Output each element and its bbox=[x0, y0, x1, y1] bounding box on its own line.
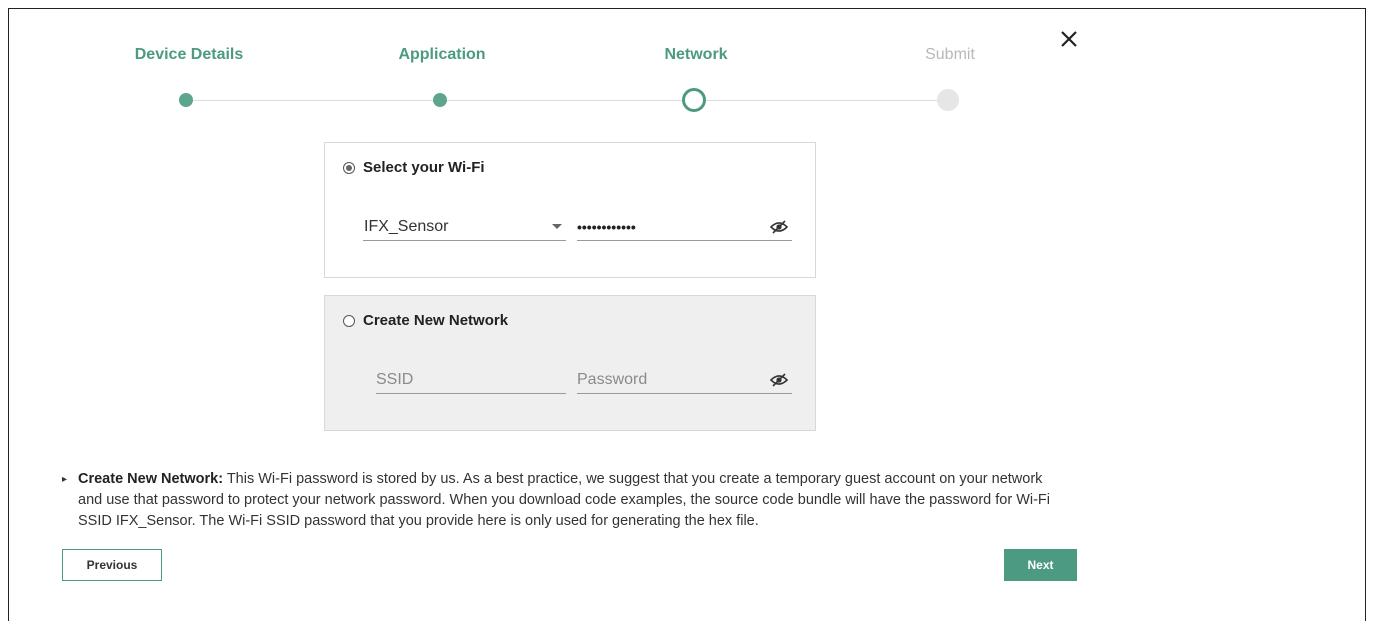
step-dot-device-details[interactable] bbox=[179, 93, 193, 107]
step-label-application[interactable]: Application bbox=[398, 46, 485, 64]
step-label-device-details[interactable]: Device Details bbox=[135, 46, 244, 64]
ssid-placeholder: SSID bbox=[376, 370, 414, 388]
note-title: Create New Network: bbox=[78, 471, 224, 487]
close-icon[interactable] bbox=[1058, 28, 1080, 50]
wifi-password-field[interactable]: •••••••••••• bbox=[577, 213, 792, 241]
step-dot-submit bbox=[937, 89, 959, 111]
create-network-panel: Create New Network SSID Password bbox=[324, 295, 816, 431]
password-placeholder: Password bbox=[577, 370, 648, 388]
create-network-label: Create New Network bbox=[363, 312, 509, 329]
previous-button[interactable]: Previous bbox=[62, 549, 162, 581]
network-password-field[interactable]: Password bbox=[577, 366, 792, 394]
select-wifi-option[interactable]: Select your Wi-Fi bbox=[343, 159, 485, 176]
stepper-track bbox=[186, 100, 948, 101]
create-network-option[interactable]: Create New Network bbox=[343, 312, 508, 329]
step-dot-network bbox=[682, 88, 706, 112]
create-network-radio[interactable] bbox=[343, 314, 355, 327]
wifi-password-value: •••••••••••• bbox=[577, 218, 636, 235]
eye-off-icon[interactable] bbox=[770, 372, 788, 387]
bullet-icon: ▸ bbox=[62, 474, 68, 485]
wifi-ssid-value: IFX_Sensor bbox=[364, 217, 449, 235]
wifi-ssid-dropdown[interactable]: IFX_Sensor bbox=[363, 213, 566, 241]
next-button[interactable]: Next bbox=[1004, 549, 1077, 581]
select-wifi-label: Select your Wi-Fi bbox=[363, 159, 485, 176]
info-note: ▸ Create New Network: This Wi-Fi passwor… bbox=[62, 469, 1052, 532]
note-body: This Wi-Fi password is stored by us. As … bbox=[78, 471, 1051, 529]
select-wifi-panel: Select your Wi-Fi IFX_Sensor •••••••••••… bbox=[324, 142, 816, 278]
step-dot-application[interactable] bbox=[433, 93, 447, 107]
ssid-field[interactable]: SSID bbox=[376, 366, 566, 394]
step-label-submit: Submit bbox=[925, 46, 975, 63]
eye-off-icon[interactable] bbox=[770, 219, 788, 234]
select-wifi-radio[interactable] bbox=[343, 161, 355, 174]
step-label-network[interactable]: Network bbox=[664, 46, 727, 64]
chevron-down-icon bbox=[552, 224, 562, 229]
